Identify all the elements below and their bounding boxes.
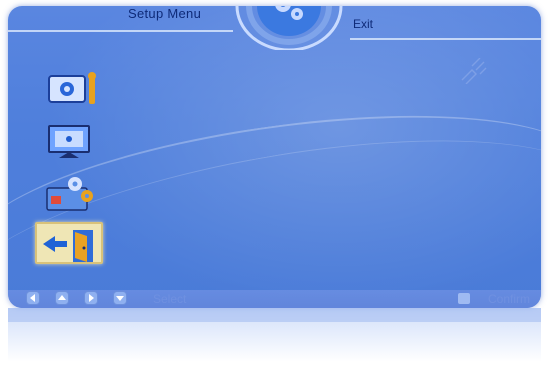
footer-bar: Select Confirm — [8, 290, 541, 308]
arrow-left-icon — [30, 294, 35, 302]
confirm-hint: Confirm — [488, 292, 531, 306]
confirm-button[interactable] — [458, 293, 470, 304]
screen-reflection — [8, 308, 541, 380]
reflection-footer — [8, 308, 541, 322]
arrow-up-icon — [58, 295, 66, 300]
tv-settings-icon — [48, 72, 96, 104]
nav-left-button[interactable] — [26, 291, 40, 305]
header-bar-right — [350, 14, 541, 40]
arrow-right-icon — [89, 294, 94, 302]
exit-label[interactable]: Exit — [353, 17, 373, 31]
exit-door-icon — [43, 230, 93, 262]
arrow-down-icon — [116, 296, 124, 301]
gear-emblem-icon — [235, 6, 343, 50]
nav-right-button[interactable] — [84, 291, 98, 305]
sidebar-item-tv-settings[interactable] — [35, 68, 103, 110]
nav-up-button[interactable] — [55, 291, 69, 305]
select-hint: Select — [153, 292, 187, 306]
sidebar-item-advanced[interactable] — [35, 172, 103, 214]
display-icon — [48, 125, 90, 158]
nav-down-button[interactable] — [113, 291, 127, 305]
sidebar-item-exit[interactable] — [35, 222, 103, 264]
page-title: Setup Menu — [128, 6, 202, 21]
tv-screen: Setup Menu Exit Select Confirm — [8, 6, 541, 308]
advanced-settings-icon — [46, 177, 93, 211]
sidebar-item-display[interactable] — [35, 120, 103, 162]
satellite-icon — [461, 58, 487, 84]
